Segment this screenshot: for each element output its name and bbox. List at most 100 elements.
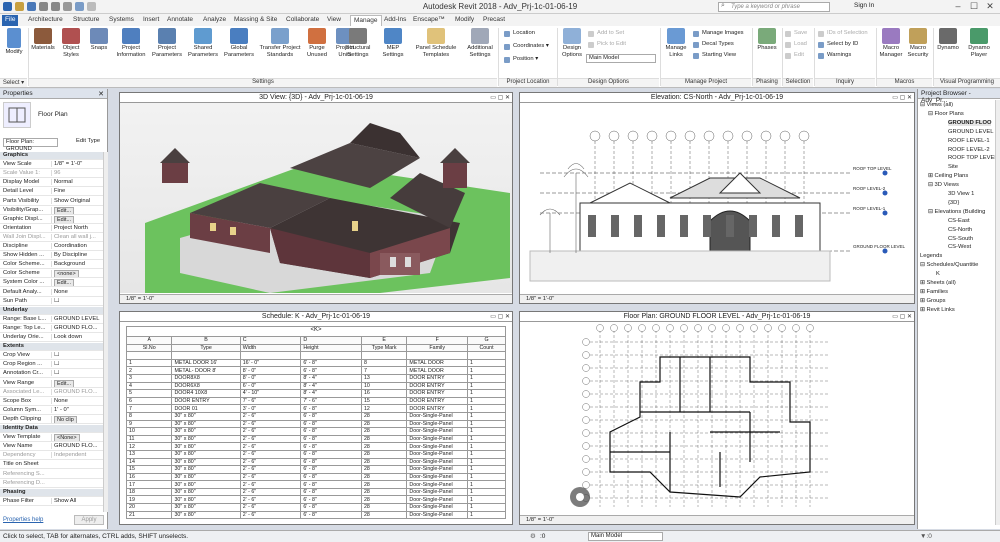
view-control-bar[interactable]: 1/8" = 1'-0" [520,515,914,524]
additional-settings-button[interactable]: Additional Settings [464,28,496,58]
dynamo-player-button[interactable]: Dynamo Player [964,28,994,58]
schedule-cell[interactable]: 1 [467,495,506,505]
close-icon[interactable]: ✕ [984,1,996,12]
select-by-id-button[interactable]: Select by ID [818,41,858,48]
schedule-cell[interactable]: 28 [360,510,408,520]
table-row[interactable]: 13 30" x 80" 2' - 6" 6' - 8" 28 Door-Single-P… [125,449,506,459]
schedule-cell[interactable]: 6' - 8" [300,503,362,512]
mep-settings-button[interactable]: MEP Settings [380,28,406,58]
schedule-cell[interactable]: 2 [125,366,173,375]
schedule-cell[interactable]: 30" x 80" [171,442,241,451]
schedule-cell[interactable]: 30" x 80" [171,434,241,444]
browser-tree-item[interactable]: CS-South [948,236,973,242]
schedule-cell[interactable]: Door-Single-Panel [406,465,469,474]
schedule-cell[interactable]: B [171,336,241,345]
schedule-cell[interactable]: 1 [467,358,506,368]
select-menu[interactable]: Select ▾ [0,78,27,87]
schedule-cell[interactable]: 20 [125,503,173,512]
window-controls[interactable]: ▭ ▢ ✕ [490,93,510,103]
property-value[interactable]: Fine [51,188,103,195]
browser-tree-item[interactable]: ⊞ Sheets (all) [920,280,956,286]
materials-button[interactable]: Materials [30,28,56,52]
schedule-cell[interactable]: 28 [360,419,408,429]
schedule-cell[interactable]: 1 [467,366,506,375]
macro-manager-button[interactable]: Macro Manager [878,28,904,58]
schedule-cell[interactable]: 2' - 6" [239,510,302,520]
filter-icon[interactable]: ▼:0 [920,531,932,542]
table-row[interactable]: 16 30" x 80" 2' - 6" 6' - 8" 28 Door-Single-P… [125,472,506,482]
table-row[interactable]: 21 30" x 80" 2' - 6" 6' - 8" 28 Door-Single-P… [125,510,506,520]
schedule-cell[interactable]: 2' - 6" [239,442,302,451]
property-value[interactable]: Background [51,261,103,268]
manage-images-button[interactable]: Manage Images [693,30,744,37]
property-group[interactable]: Graphics [0,152,103,160]
property-value[interactable]: None [51,397,103,404]
phases-button[interactable]: Phases [756,28,778,52]
browser-tree-item[interactable]: ⊞ Revit Links [920,307,955,313]
schedule-cell[interactable]: 30" x 80" [171,495,241,505]
schedule-cell[interactable]: Door-Single-Panel [406,487,469,497]
table-row[interactable]: 18 30" x 80" 2' - 6" 6' - 8" 28 Door-Single-P… [125,487,506,497]
schedule-cell[interactable]: DOOR ENTRY [406,381,469,391]
schedule-cell[interactable]: 12 [125,442,173,451]
schedule-cell[interactable]: 6' - 8" [300,366,362,375]
table-row[interactable]: 3 DOOR8X8 8' - 0" 8' - 4" 13 DOOR ENTRY 1 [125,373,506,383]
schedule-table[interactable]: A B C D E F G Sl.No Type Width Height Type Mark Fami… [125,336,506,520]
property-value[interactable]: ☐ [51,361,103,368]
close-icon[interactable]: ✕ [98,90,104,98]
property-button[interactable]: <None> [54,434,80,442]
tab-view[interactable]: View [324,15,344,26]
schedule-cell[interactable]: 30" x 80" [171,503,241,512]
table-row[interactable]: 1 METAL DOOR 16' 16' - 0" 6' - 8" 8 METAL DOO… [125,358,506,368]
schedule-cell[interactable]: 6' - 8" [300,487,362,497]
schedule-cell[interactable]: DOOR ENTRY [171,396,241,406]
design-option-select[interactable]: Main Model [586,54,656,63]
browser-tree-item[interactable]: {3D} [948,200,959,206]
schedule-cell[interactable]: 30" x 80" [171,449,241,459]
schedule-cell[interactable]: 19 [125,495,173,505]
table-row[interactable]: 6 DOOR ENTRY 7' - 6" 7' - 6" 15 DOOR ENTRY 1 [125,396,506,406]
properties-scrollbar[interactable] [103,152,108,512]
schedule-header-row[interactable]: Sl.No Type Width Height Type Mark Family Count [125,343,506,353]
schedule-cell[interactable]: 30" x 80" [171,472,241,482]
schedule-cell[interactable]: DOOR4 10X8 [171,389,241,398]
3d-model-render[interactable] [120,103,512,293]
schedule-cell[interactable]: DOOR ENTRY [406,404,469,413]
schedule-cell[interactable]: 2' - 6" [239,457,302,467]
warnings-button[interactable]: Warnings [818,52,851,59]
property-value[interactable]: Edit... [51,206,103,214]
tab-manage[interactable]: Manage [350,15,382,26]
schedule-cell[interactable]: 1 [467,472,506,482]
schedule-cell[interactable]: 28 [360,449,408,459]
decal-types-button[interactable]: Decal Types [693,41,734,48]
schedule-cell[interactable]: 7 [360,366,408,375]
property-value[interactable]: ☐ [51,352,103,359]
tab-insert[interactable]: Insert [140,15,162,26]
browser-scrollbar[interactable] [995,100,1000,525]
sign-in-link[interactable]: Sign In [854,2,874,9]
schedule-cell[interactable]: 13 [125,449,173,459]
table-row[interactable]: 2 METAL- DOOR 8' 8' - 0" 6' - 8" 7 METAL DOOR… [125,366,506,375]
project-information-button[interactable]: Project Information [114,28,148,58]
schedule-cell[interactable]: 6' - 8" [300,358,362,368]
property-value[interactable]: GROUND FLO... [51,324,103,331]
schedule-cell[interactable]: Door-Single-Panel [406,472,469,482]
schedule-cell[interactable]: 28 [360,503,408,512]
browser-tree-item[interactable]: CS-West [948,244,971,250]
property-value[interactable]: Show All [51,497,103,504]
schedule-cell[interactable]: 30" x 80" [171,510,241,520]
schedule-cell[interactable]: 1 [467,457,506,467]
schedule-cell[interactable]: 17 [125,480,173,489]
property-value[interactable]: By Discipline [51,252,103,259]
schedule-cell[interactable]: 6' - 8" [300,510,362,520]
property-value[interactable]: Project North [51,224,103,231]
schedule-cell[interactable]: 30" x 80" [171,457,241,467]
schedule-cell[interactable]: 1 [467,389,506,398]
tab-file[interactable]: File [2,15,19,26]
schedule-cell[interactable]: 1 [467,404,506,413]
schedule-cell[interactable]: Door-Single-Panel [406,442,469,451]
schedule-cell[interactable]: 2' - 6" [239,503,302,512]
tab-annotate[interactable]: Annotate [164,15,196,26]
property-value[interactable]: No clip [51,415,103,423]
schedule-cell[interactable]: 6' - 8" [300,472,362,482]
